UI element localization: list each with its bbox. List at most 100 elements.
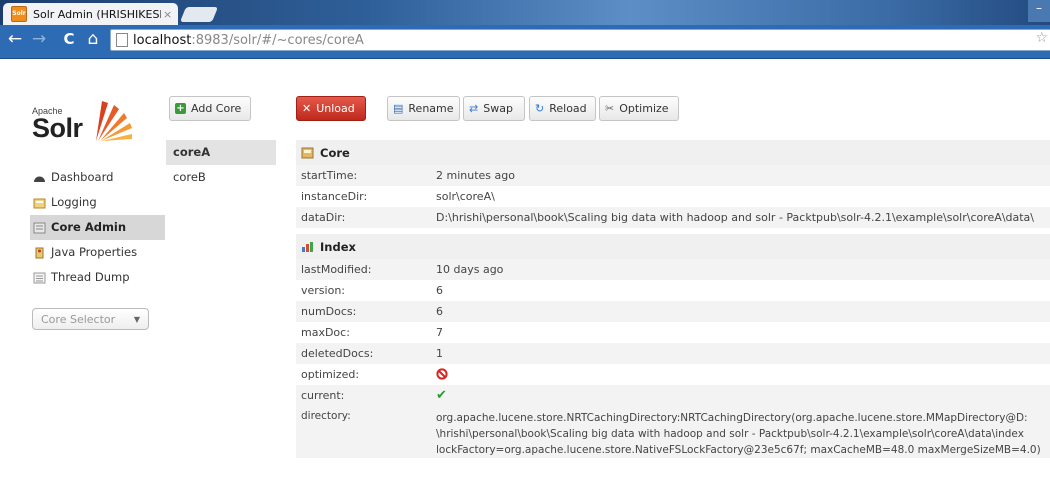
row-value: 7 — [436, 326, 443, 339]
directory-line: \hrishi\personal\book\Scaling big data w… — [436, 428, 1024, 440]
core-selector-dropdown[interactable]: Core Selector ▼ — [32, 308, 149, 330]
java-properties-icon — [35, 247, 44, 258]
solr-sun-icon — [96, 101, 132, 141]
sidebar-item-logging[interactable]: Logging — [30, 190, 165, 215]
tab-close-icon[interactable]: × — [163, 8, 172, 21]
sidebar-item-label: Logging — [51, 195, 97, 209]
unload-x-icon: ✕ — [302, 102, 312, 115]
rename-icon: ▤ — [393, 102, 404, 115]
tab-title: Solr Admin (HRISHIKESHL — [33, 7, 161, 21]
reload-label: Reload — [549, 102, 587, 115]
swap-icon: ⇄ — [469, 102, 479, 115]
browser-toolbar: ← → C ⌂ localhost:8983/solr/#/~cores/cor… — [0, 25, 1050, 59]
sidebar-item-java-properties[interactable]: Java Properties — [30, 240, 165, 265]
url-host: localhost — [133, 32, 192, 48]
index-row-current: current: ✔ — [296, 385, 1050, 406]
swap-button[interactable]: ⇄ Swap — [463, 96, 525, 121]
row-value: 10 days ago — [436, 263, 504, 276]
address-bar[interactable]: localhost:8983/solr/#/~cores/coreA — [110, 29, 1050, 51]
chevron-down-icon: ▼ — [133, 315, 140, 324]
window-minimize-button[interactable]: – — [1028, 0, 1050, 22]
sidebar-item-label: Dashboard — [51, 170, 114, 184]
new-tab-button[interactable] — [179, 7, 219, 22]
directory-line: org.apache.lucene.store.NRTCachingDirect… — [436, 412, 1028, 424]
not-optimized-icon — [436, 368, 448, 380]
row-key: current: — [301, 389, 345, 402]
optimize-wrench-icon: ✂ — [605, 102, 615, 115]
reload-icon[interactable]: C — [58, 25, 80, 53]
solr-favicon-icon: Solr — [11, 6, 27, 22]
rename-button[interactable]: ▤ Rename — [387, 96, 460, 121]
browser-tab[interactable]: Solr Solr Admin (HRISHIKESHL × — [3, 3, 178, 25]
sidebar-item-thread-dump[interactable]: Thread Dump — [30, 265, 165, 290]
index-section-header: Index — [296, 234, 1050, 259]
row-key: dataDir: — [301, 211, 346, 224]
row-key: lastModified: — [301, 263, 372, 276]
add-core-button[interactable]: + Add Core — [169, 96, 251, 121]
index-row-version: version: 6 — [296, 280, 1050, 301]
core-row-datadir: dataDir: D:\hrishi\personal\book\Scaling… — [296, 207, 1050, 228]
core-row-instancedir: instanceDir: solr\coreA\ — [296, 186, 1050, 207]
row-value: D:\hrishi\personal\book\Scaling big data… — [436, 211, 1035, 224]
unload-button[interactable]: ✕ Unload — [296, 96, 366, 121]
url-path: :8983/solr/#/~cores/coreA — [191, 32, 364, 48]
unload-label: Unload — [316, 102, 355, 115]
index-row-directory: directory: org.apache.lucene.store.NRTCa… — [296, 406, 1050, 458]
directory-line: lockFactory=org.apache.lucene.store.Nati… — [436, 444, 1041, 456]
reload-icon: ↻ — [535, 102, 545, 115]
optimize-label: Optimize — [619, 102, 669, 115]
row-value: solr\coreA\ — [436, 190, 495, 203]
row-key: optimized: — [301, 368, 360, 381]
forward-icon[interactable]: → — [28, 25, 50, 53]
index-row-optimized: optimized: — [296, 364, 1050, 385]
core-details: Core startTime: 2 minutes ago instanceDi… — [296, 140, 1050, 458]
current-check-icon: ✔ — [436, 388, 447, 403]
core-selector-label: Core Selector — [41, 313, 116, 326]
sidebar-nav: Dashboard Logging Core Admin Java Proper… — [30, 165, 165, 290]
browser-tab-strip: Solr Solr Admin (HRISHIKESHL × – — [0, 0, 1050, 25]
thread-dump-icon — [33, 272, 46, 283]
core-list-item-coreA[interactable]: coreA — [166, 140, 276, 165]
row-value: 2 minutes ago — [436, 169, 515, 182]
dashboard-icon — [34, 176, 45, 182]
row-value: 6 — [436, 305, 443, 318]
index-chart-icon — [302, 241, 313, 252]
row-value: 1 — [436, 347, 443, 360]
logo-solr-text: Solr — [32, 113, 83, 143]
sidebar-item-label: Core Admin — [51, 220, 127, 234]
add-icon: + — [175, 103, 186, 114]
core-section-icon — [301, 147, 314, 158]
swap-label: Swap — [483, 102, 513, 115]
core-list-item-coreB[interactable]: coreB — [166, 165, 276, 190]
home-icon[interactable]: ⌂ — [82, 25, 104, 53]
page-icon — [116, 33, 128, 47]
index-row-deleteddocs: deletedDocs: 1 — [296, 343, 1050, 364]
sidebar-item-dashboard[interactable]: Dashboard — [30, 165, 165, 190]
back-icon[interactable]: ← — [4, 25, 26, 53]
core-section-header: Core — [296, 140, 1050, 165]
row-key: version: — [301, 284, 345, 297]
row-key: maxDoc: — [301, 326, 350, 339]
index-row-maxdoc: maxDoc: 7 — [296, 322, 1050, 343]
solr-logo[interactable]: Apache Solr — [32, 95, 132, 155]
row-key: instanceDir: — [301, 190, 368, 203]
index-row-lastmodified: lastModified: 10 days ago — [296, 259, 1050, 280]
row-key: numDocs: — [301, 305, 357, 318]
bookmark-star-icon[interactable]: ☆ — [1035, 30, 1048, 46]
row-key: directory: — [301, 410, 351, 422]
index-row-numdocs: numDocs: 6 — [296, 301, 1050, 322]
sidebar-item-label: Java Properties — [51, 245, 138, 259]
index-section-title: Index — [320, 239, 356, 254]
core-admin-icon — [33, 222, 46, 233]
sidebar-item-label: Thread Dump — [51, 270, 130, 284]
sidebar-item-core-admin[interactable]: Core Admin — [30, 215, 165, 240]
core-section-title: Core — [320, 145, 350, 160]
reload-button[interactable]: ↻ Reload — [529, 96, 596, 121]
row-value: 6 — [436, 284, 443, 297]
core-row-starttime: startTime: 2 minutes ago — [296, 165, 1050, 186]
row-key: deletedDocs: — [301, 347, 374, 360]
optimize-button[interactable]: ✂ Optimize — [599, 96, 679, 121]
add-core-label: Add Core — [191, 102, 242, 115]
row-key: startTime: — [301, 169, 358, 182]
rename-label: Rename — [408, 102, 454, 115]
